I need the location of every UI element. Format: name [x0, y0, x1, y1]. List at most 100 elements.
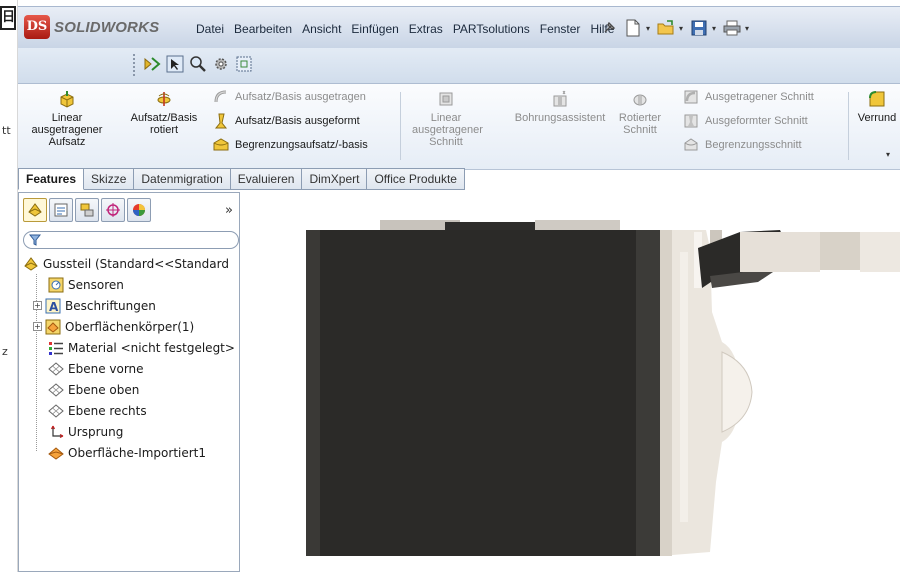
featuremanager-tab-icon[interactable] [23, 198, 47, 222]
lofted-cut-button[interactable]: Ausgeformter Schnitt [682, 112, 808, 130]
options-gear-icon[interactable] [211, 54, 231, 74]
revolved-boss-icon [154, 90, 174, 108]
new-document-icon[interactable] [622, 17, 644, 39]
revolved-cut-button[interactable]: Rotierter Schnitt [618, 90, 662, 136]
chevron-down-icon[interactable]: ▾ [679, 24, 683, 33]
tab-datenmigration[interactable]: Datenmigration [134, 168, 231, 190]
zoom-icon[interactable] [188, 54, 208, 74]
save-icon[interactable] [688, 17, 710, 39]
menu-partsolutions[interactable]: PARTsolutions [448, 20, 535, 38]
solidworks-logo[interactable]: DS SOLIDWORKS [24, 13, 159, 41]
toolbar-grip[interactable] [133, 54, 136, 76]
chevron-down-icon[interactable]: ▾ [646, 24, 650, 33]
swept-cut-label: Ausgetragener Schnitt [705, 91, 814, 103]
hole-wizard-button[interactable]: Bohrungsassistent [506, 90, 614, 124]
tab-features[interactable]: Features [18, 168, 85, 190]
tree-item-oberflaechenkoerper[interactable]: + Oberflächenkörper(1) [21, 316, 239, 337]
revolved-cut-label: Rotierter Schnitt [618, 112, 662, 136]
graphics-area[interactable] [240, 192, 900, 572]
expand-plus-icon[interactable]: + [33, 322, 42, 331]
secondary-toolbar [18, 48, 900, 84]
boundary-boss-button[interactable]: Begrenzungsaufsatz/-basis [212, 136, 368, 154]
filter-funnel-icon [28, 234, 42, 249]
revolved-boss-button[interactable]: Aufsatz/Basis rotiert [122, 90, 206, 136]
tree-item-label: Sensoren [68, 277, 124, 292]
lofted-boss-label: Aufsatz/Basis ausgeformt [235, 115, 360, 127]
tree-item-ebene-oben[interactable]: Ebene oben [21, 379, 239, 400]
propertymanager-tab-icon[interactable] [49, 198, 73, 222]
open-folder-icon[interactable] [655, 17, 677, 39]
plane-icon [48, 403, 64, 419]
boundary-cut-icon [682, 136, 700, 154]
menu-ansicht[interactable]: Ansicht [297, 20, 346, 38]
swept-cut-button[interactable]: Ausgetragener Schnitt [682, 88, 814, 106]
tree-root-part[interactable]: Gussteil (Standard<<Standard [21, 253, 239, 274]
lofted-boss-button[interactable]: Aufsatz/Basis ausgeformt [212, 112, 360, 130]
chevron-down-icon[interactable]: ▾ [712, 24, 716, 33]
fillet-button[interactable]: Verrund [854, 90, 900, 124]
dimxpertmanager-tab-icon[interactable] [101, 198, 125, 222]
tree-item-label: Ursprung [68, 424, 124, 439]
tab-office-produkte[interactable]: Office Produkte [367, 168, 465, 190]
chevron-down-icon[interactable]: ▾ [886, 150, 890, 159]
configurationmanager-tab-icon[interactable] [75, 198, 99, 222]
tree-item-label: Beschriftungen [65, 298, 156, 313]
expand-plus-icon[interactable]: + [33, 301, 42, 310]
print-icon[interactable] [721, 17, 743, 39]
hole-wizard-icon [550, 90, 570, 108]
chevron-down-icon[interactable]: ▾ [745, 24, 749, 33]
tree-item-beschriftungen[interactable]: + A Beschriftungen [21, 295, 239, 316]
menu-einfuegen[interactable]: Einfügen [346, 20, 403, 38]
material-icon [48, 340, 64, 356]
menu-bearbeiten[interactable]: Bearbeiten [229, 20, 297, 38]
tree-item-oberflaeche-importiert[interactable]: Oberfläche-Importiert1 [21, 442, 239, 463]
more-tabs-chevron-icon[interactable]: » [225, 203, 233, 218]
background-window-text: tt [2, 124, 11, 137]
tab-evaluieren[interactable]: Evaluieren [230, 168, 303, 190]
linear-cut-button[interactable]: Linear ausgetragener Schnitt [412, 90, 483, 148]
command-manager: Linear ausgetragener Aufsatz Aufsatz/Bas… [18, 84, 900, 170]
part-icon [23, 256, 39, 272]
menu-datei[interactable]: Datei [191, 20, 229, 38]
tree-item-label: Ebene oben [68, 382, 140, 397]
tab-dimxpert[interactable]: DimXpert [302, 168, 368, 190]
model-dark-face [306, 230, 660, 556]
tree-item-ebene-rechts[interactable]: Ebene rechts [21, 400, 239, 421]
fillet-icon [867, 90, 887, 108]
rebuild-arrow-icon[interactable] [142, 54, 162, 74]
menu-extras[interactable]: Extras [404, 20, 448, 38]
tree-filter-input[interactable] [23, 231, 239, 249]
linear-boss-button[interactable]: Linear ausgetragener Aufsatz [26, 90, 108, 148]
boundary-cut-button[interactable]: Begrenzungsschnitt [682, 136, 802, 154]
imported-surface-icon [48, 445, 64, 461]
plane-icon [48, 382, 64, 398]
revolved-cut-icon [630, 90, 650, 108]
tree-item-ebene-vorne[interactable]: Ebene vorne [21, 358, 239, 379]
command-manager-tabs: Features Skizze Datenmigration Evaluiere… [18, 168, 465, 190]
tree-item-label: Oberfläche-Importiert1 [68, 445, 207, 460]
tree-item-material[interactable]: Material <nicht festgelegt> [21, 337, 239, 358]
tab-skizze[interactable]: Skizze [84, 168, 135, 190]
pin-icon[interactable] [598, 17, 620, 39]
swept-boss-button[interactable]: Aufsatz/Basis ausgetragen [212, 88, 366, 106]
boundary-boss-icon [212, 136, 230, 154]
title-bar: DS SOLIDWORKS Datei Bearbeiten Ansicht E… [18, 6, 900, 48]
swept-boss-icon [212, 88, 230, 106]
select-icon[interactable] [165, 54, 185, 74]
lofted-boss-icon [212, 112, 230, 130]
tree-item-sensoren[interactable]: Sensoren [21, 274, 239, 295]
feature-manager-panel: » Gussteil (Standard<<Standard Sensoren [18, 192, 240, 572]
menu-fenster[interactable]: Fenster [535, 20, 586, 38]
revolved-boss-label: Aufsatz/Basis rotiert [130, 112, 198, 136]
displaymanager-tab-icon[interactable] [127, 198, 151, 222]
lofted-cut-icon [682, 112, 700, 130]
solidworks-window: DS SOLIDWORKS Datei Bearbeiten Ansicht E… [18, 0, 900, 572]
tree-item-ursprung[interactable]: Ursprung [21, 421, 239, 442]
quick-access-toolbar: ▾ ▾ ▾ ▾ [598, 17, 752, 39]
model-view [240, 192, 900, 572]
view-orientation-icon[interactable] [234, 54, 254, 74]
extruded-cut-icon [436, 90, 456, 108]
ribbon-separator [848, 92, 849, 160]
sensor-icon [48, 277, 64, 293]
feature-tree: Gussteil (Standard<<Standard Sensoren + … [21, 253, 239, 463]
